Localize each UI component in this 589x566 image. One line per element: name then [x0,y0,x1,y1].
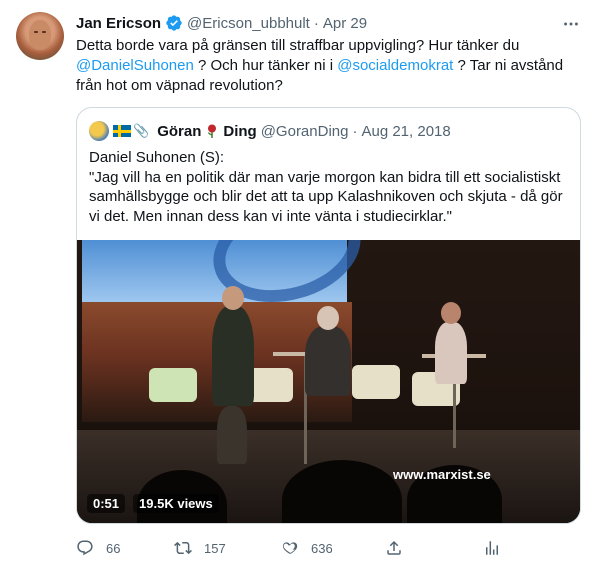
retweet-count: 157 [204,540,226,556]
panelist-head [317,306,339,330]
tweet[interactable]: Jan Ericson @Ericson_ubbhult · Apr 29 De… [0,0,589,566]
separator-dot: · [352,122,358,140]
video-overlay: 0:51 19.5K views [87,492,219,514]
heart-icon [281,539,299,557]
retweet-button[interactable]: 157 [174,538,226,558]
projection-screen [82,240,373,318]
quoted-tweet-header: 📎 Göran Ding @GoranDing · Aug 21, 2018 [89,121,451,141]
stage-chair [149,368,197,402]
swedish-flag-icon [113,125,131,137]
reply-button[interactable]: 66 [76,538,120,558]
video-player[interactable]: www.marxist.se 0:51 19.5K views [77,240,580,523]
tweet-text-part: ? Och hur tänker ni i [193,57,338,74]
quoted-author-name-2[interactable]: Ding [223,123,256,140]
stage-chair [352,365,400,399]
video-duration: 0:51 [87,493,126,513]
quoted-text-line1: Daniel Suhonen (S): [89,149,225,166]
separator-dot: · [313,14,319,32]
like-count: 636 [311,540,333,556]
tweet-actions: 66 157 636 [76,538,506,558]
quoted-tweet[interactable]: 📎 Göran Ding @GoranDing · Aug 21, 2018 D… [76,107,581,524]
more-dots-icon[interactable] [561,14,581,34]
share-icon [385,539,403,557]
quoted-tweet-date[interactable]: Aug 21, 2018 [361,123,450,140]
tweet-header: Jan Ericson @Ericson_ubbhult · Apr 29 [76,13,367,33]
author-handle[interactable]: @Ericson_ubbhult [187,15,310,32]
quoted-tweet-text: Daniel Suhonen (S): "Jag vill ha en poli… [89,148,574,226]
author-avatar[interactable] [16,12,64,60]
panelist-figure [305,326,351,396]
video-views: 19.5K views [133,493,219,513]
quoted-text-body: "Jag vill ha en politik där man varje mo… [89,168,563,225]
reply-icon [76,539,94,557]
paperclip-icon: 📎 [133,123,150,138]
tweet-text: Detta borde vara på gränsen till straffb… [76,36,566,96]
reply-count: 66 [106,540,121,556]
panelist-head [441,302,461,324]
quoted-author-name[interactable]: Göran [157,123,201,140]
video-watermark: www.marxist.se [393,467,491,482]
tweet-text-part: Detta borde vara på gränsen till straffb… [76,37,520,54]
author-name[interactable]: Jan Ericson [76,15,161,32]
tweet-date[interactable]: Apr 29 [323,15,367,32]
speaker-head [222,286,244,310]
panelist-figure [435,322,467,384]
like-button[interactable]: 636 [281,538,333,558]
share-button[interactable] [385,538,403,558]
mention-link[interactable]: @socialdemokrat [337,57,453,74]
rose-icon [208,124,217,138]
avatar-eye [42,31,46,33]
quoted-author-avatar[interactable] [89,121,109,141]
avatar-eye [34,31,38,33]
speaker-figure [212,306,254,406]
speaker-legs [217,406,247,464]
mention-link[interactable]: @DanielSuhonen [76,57,194,74]
verified-badge-icon [165,14,183,32]
avatar-face [29,20,51,50]
analytics-icon [483,539,501,557]
quoted-author-handle[interactable]: @GoranDing [261,123,349,140]
analytics-button[interactable] [483,538,501,558]
retweet-icon [174,539,192,557]
